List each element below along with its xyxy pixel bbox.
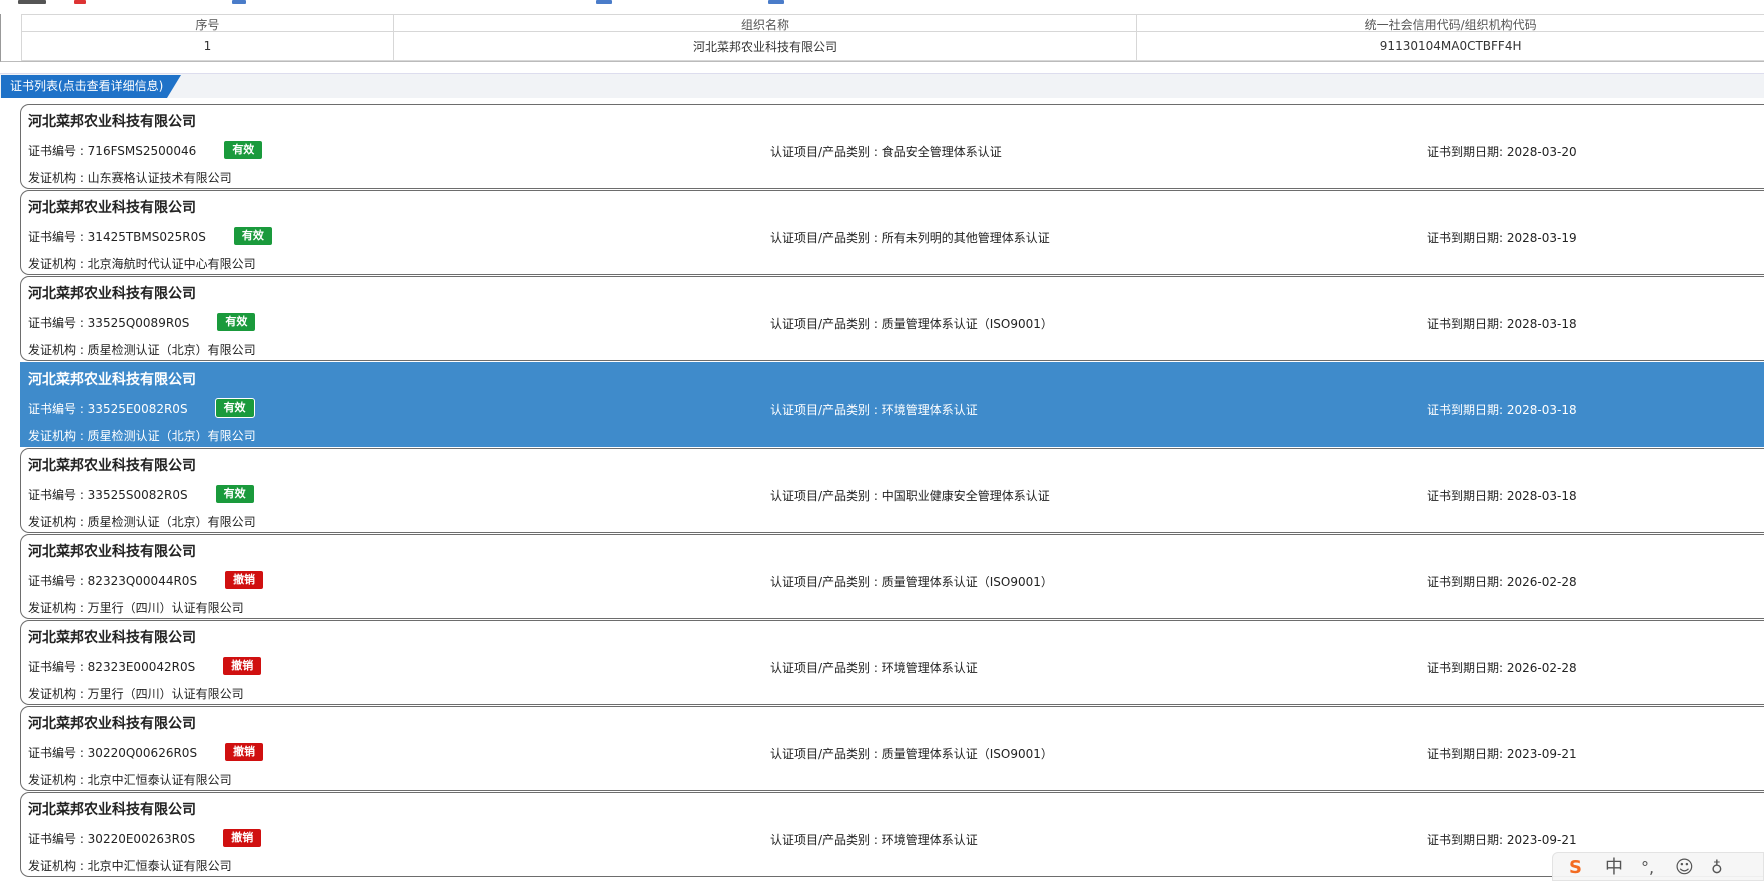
certificate-company: 河北菜邦农业科技有限公司 <box>28 372 196 388</box>
certificate-card[interactable]: 河北菜邦农业科技有限公司 证书编号 : 31425TBMS025R0S 有效 认证项目… <box>20 190 1764 275</box>
certificate-card[interactable]: 河北菜邦农业科技有限公司 证书编号 : 33525E0082R0S 有效 认证项目/产… <box>20 362 1764 447</box>
certificate-number-line: 证书编号 : 33525S0082R0S 有效 <box>28 485 254 503</box>
certificate-number: 证书编号 : 716FSMS2500046 <box>28 143 197 158</box>
certificate-list-tab[interactable]: 证书列表(点击查看详细信息) <box>1 75 181 98</box>
certificate-company: 河北菜邦农业科技有限公司 <box>28 802 196 818</box>
certificate-category: 认证项目/产品类别 : 食品安全管理体系认证 <box>770 145 1002 159</box>
certificate-expiry: 证书到期日期: 2028-03-20 <box>1427 145 1577 159</box>
toolbar-fragment <box>18 0 46 4</box>
certificate-issuer: 发证机构 : 北京中汇恒泰认证有限公司 <box>28 773 232 787</box>
ime-emoji-icon[interactable]: ☺ <box>1675 859 1694 877</box>
certificate-issuer: 发证机构 : 山东赛格认证技术有限公司 <box>28 171 232 185</box>
certificate-issuer: 发证机构 : 质星检测认证（北京）有限公司 <box>28 429 256 443</box>
certificate-company: 河北菜邦农业科技有限公司 <box>28 544 196 560</box>
certificate-number: 证书编号 : 31425TBMS025R0S <box>28 229 206 244</box>
certificate-section-header: 证书列表(点击查看详细信息) <box>0 73 1764 98</box>
column-header: 组织名称 <box>392 14 1138 32</box>
certificate-number-line: 证书编号 : 33525E0082R0S 有效 <box>28 398 255 418</box>
certificate-card[interactable]: 河北菜邦农业科技有限公司 证书编号 : 30220Q00626R0S 撤销 认证项目/… <box>20 706 1764 791</box>
certificate-company: 河北菜邦农业科技有限公司 <box>28 200 196 216</box>
ime-chinese-mode-button[interactable]: 中 <box>1605 859 1623 877</box>
certificate-number-line: 证书编号 : 30220Q00626R0S 撤销 <box>28 743 264 761</box>
certificate-category: 认证项目/产品类别 : 环境管理体系认证 <box>770 833 978 847</box>
credit-code: 91130104MA0CTBFF4H <box>1136 31 1764 61</box>
organization-table: 序号 组织名称 统一社会信用代码/组织机构代码 1 河北菜邦农业科技有限公司 9… <box>21 14 1764 61</box>
certificate-card[interactable]: 河北菜邦农业科技有限公司 证书编号 : 82323E00042R0S 撤销 认证项目/… <box>20 620 1764 705</box>
certificate-number-line: 证书编号 : 716FSMS2500046 有效 <box>28 141 263 159</box>
certificate-card[interactable]: 河北菜邦农业科技有限公司 证书编号 : 716FSMS2500046 有效 认证项目/… <box>20 104 1764 189</box>
table-header-row: 序号 组织名称 统一社会信用代码/组织机构代码 <box>21 14 1764 32</box>
certificate-number: 证书编号 : 82323Q00044R0S <box>28 573 198 588</box>
certificate-expiry: 证书到期日期: 2023-09-21 <box>1427 747 1577 761</box>
certificate-number: 证书编号 : 30220Q00626R0S <box>28 745 198 760</box>
certificate-number-line: 证书编号 : 82323Q00044R0S 撤销 <box>28 571 264 589</box>
status-badge: 有效 <box>233 227 272 245</box>
certificate-number-line: 证书编号 : 31425TBMS025R0S 有效 <box>28 227 272 245</box>
certificate-number: 证书编号 : 82323E00042R0S <box>28 659 196 674</box>
certificate-expiry: 证书到期日期: 2028-03-18 <box>1427 489 1577 503</box>
ime-punctuation-icon[interactable]: °, <box>1641 859 1654 877</box>
certificate-number: 证书编号 : 33525S0082R0S <box>28 487 188 502</box>
status-badge: 撤销 <box>225 743 264 761</box>
column-header: 序号 <box>21 14 394 32</box>
status-badge: 撤销 <box>223 657 262 675</box>
status-badge: 有效 <box>217 313 256 331</box>
table-row: 1 河北菜邦农业科技有限公司 91130104MA0CTBFF4H <box>21 31 1764 61</box>
ime-toolbar[interactable]: S 中 °, ☺ ♁ <box>1552 852 1764 881</box>
toolbar-fragment <box>232 0 246 4</box>
certificate-issuer: 发证机构 : 万里行（四川）认证有限公司 <box>28 601 244 615</box>
certificate-number-line: 证书编号 : 82323E00042R0S 撤销 <box>28 657 262 675</box>
certificate-number: 证书编号 : 33525E0082R0S <box>28 401 188 416</box>
toolbar-fragment <box>768 0 784 4</box>
certificate-expiry: 证书到期日期: 2028-03-18 <box>1427 317 1577 331</box>
certificate-issuer: 发证机构 : 北京中汇恒泰认证有限公司 <box>28 859 232 873</box>
certificate-company: 河北菜邦农业科技有限公司 <box>28 458 196 474</box>
status-badge: 有效 <box>214 398 255 418</box>
toolbar-fragment <box>596 0 612 4</box>
certificate-category: 认证项目/产品类别 : 环境管理体系认证 <box>770 661 978 675</box>
status-badge: 有效 <box>224 141 263 159</box>
status-badge: 有效 <box>215 485 254 503</box>
certificate-expiry: 证书到期日期: 2026-02-28 <box>1427 661 1577 675</box>
certificate-category: 认证项目/产品类别 : 质量管理体系认证（ISO9001） <box>770 747 1053 761</box>
certificate-issuer: 发证机构 : 质星检测认证（北京）有限公司 <box>28 343 256 357</box>
certificate-expiry: 证书到期日期: 2023-09-21 <box>1427 833 1577 847</box>
certificate-card[interactable]: 河北菜邦农业科技有限公司 证书编号 : 33525S0082R0S 有效 认证项目/产… <box>20 448 1764 533</box>
status-badge: 撤销 <box>223 829 262 847</box>
certificate-number-line: 证书编号 : 30220E00263R0S 撤销 <box>28 829 262 847</box>
certificate-company: 河北菜邦农业科技有限公司 <box>28 114 196 130</box>
top-toolbar-strip <box>0 0 1764 14</box>
ime-voice-icon[interactable]: ♁ <box>1711 859 1723 877</box>
certificate-category: 认证项目/产品类别 : 所有未列明的其他管理体系认证 <box>770 231 1050 245</box>
row-index: 1 <box>21 31 394 61</box>
certificate-expiry: 证书到期日期: 2028-03-18 <box>1427 403 1577 417</box>
status-badge: 撤销 <box>225 571 264 589</box>
toolbar-fragment <box>74 0 86 4</box>
certificate-expiry: 证书到期日期: 2028-03-19 <box>1427 231 1577 245</box>
certificate-category: 认证项目/产品类别 : 环境管理体系认证 <box>770 403 978 417</box>
certificate-list: 河北菜邦农业科技有限公司 证书编号 : 716FSMS2500046 有效 认证项目/… <box>20 104 1764 878</box>
certificate-number-line: 证书编号 : 33525Q0089R0S 有效 <box>28 313 256 331</box>
certificate-issuer: 发证机构 : 万里行（四川）认证有限公司 <box>28 687 244 701</box>
certificate-card[interactable]: 河北菜邦农业科技有限公司 证书编号 : 82323Q00044R0S 撤销 认证项目/… <box>20 534 1764 619</box>
certificate-issuer: 发证机构 : 质星检测认证（北京）有限公司 <box>28 515 256 529</box>
certificate-category: 认证项目/产品类别 : 中国职业健康安全管理体系认证 <box>770 489 1050 503</box>
certificate-company: 河北菜邦农业科技有限公司 <box>28 630 196 646</box>
certificate-number: 证书编号 : 30220E00263R0S <box>28 831 196 846</box>
column-header: 统一社会信用代码/组织机构代码 <box>1136 14 1764 32</box>
certificate-category: 认证项目/产品类别 : 质量管理体系认证（ISO9001） <box>770 317 1053 331</box>
certificate-company: 河北菜邦农业科技有限公司 <box>28 286 196 302</box>
certificate-category: 认证项目/产品类别 : 质量管理体系认证（ISO9001） <box>770 575 1053 589</box>
certificate-card[interactable]: 河北菜邦农业科技有限公司 证书编号 : 33525Q0089R0S 有效 认证项目/产… <box>20 276 1764 361</box>
certificate-issuer: 发证机构 : 北京海航时代认证中心有限公司 <box>28 257 256 271</box>
organization-panel: 序号 组织名称 统一社会信用代码/组织机构代码 1 河北菜邦农业科技有限公司 9… <box>0 14 1764 62</box>
ime-logo-icon[interactable]: S <box>1569 859 1582 877</box>
certificate-expiry: 证书到期日期: 2026-02-28 <box>1427 575 1577 589</box>
certificate-company: 河北菜邦农业科技有限公司 <box>28 716 196 732</box>
certificate-number: 证书编号 : 33525Q0089R0S <box>28 315 190 330</box>
certificate-card[interactable]: 河北菜邦农业科技有限公司 证书编号 : 30220E00263R0S 撤销 认证项目/… <box>20 792 1764 877</box>
organization-name: 河北菜邦农业科技有限公司 <box>392 31 1138 61</box>
